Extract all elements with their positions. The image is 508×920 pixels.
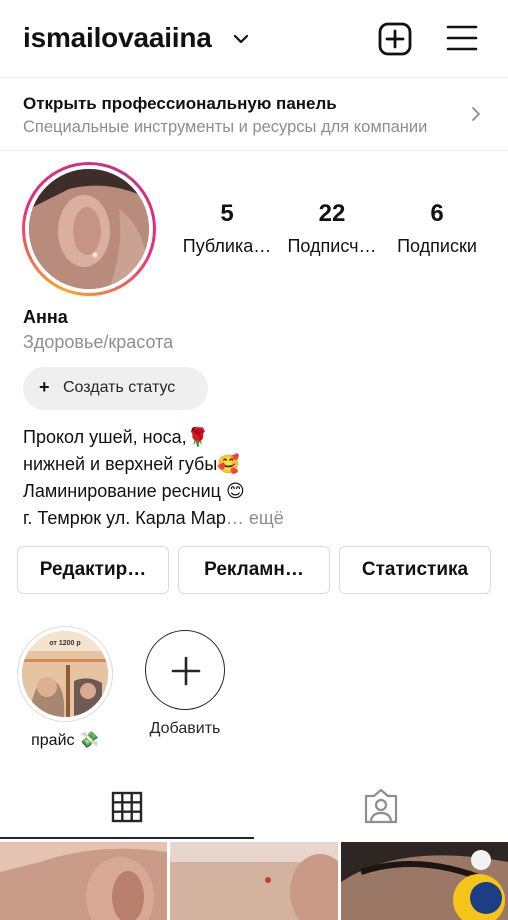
plus-icon: +	[39, 377, 50, 397]
profile-bio: Прокол ушей, носа,🌹 нижней и верхней губ…	[23, 424, 493, 532]
following-count: 6	[430, 200, 444, 227]
tab-tagged[interactable]	[254, 776, 508, 838]
stat-posts[interactable]: 5 Публика…	[177, 200, 277, 257]
profile-category: Здоровье/красота	[23, 332, 174, 352]
post-thumbnail[interactable]	[170, 842, 338, 920]
create-status-label: Создать статус	[63, 379, 176, 396]
bio-line: Прокол ушей, носа,🌹	[23, 427, 210, 447]
ad-tools-button[interactable]: Рекламн…	[178, 546, 330, 594]
bio-line-text: г. Темрюк ул. Карла Мар	[23, 508, 226, 528]
highlight-thumb-text: от 1200 р	[49, 640, 80, 647]
plus-square-icon[interactable]	[378, 22, 412, 56]
stat-followers[interactable]: 22 Подписч…	[282, 200, 382, 257]
professional-dashboard-banner[interactable]: Открыть профессиональную панель Специаль…	[0, 78, 508, 150]
chevron-right-icon	[472, 107, 480, 121]
active-tab-indicator	[0, 837, 254, 839]
highlight-price[interactable]: от 1200 р	[17, 626, 113, 722]
username[interactable]: ismailovaaiina	[23, 22, 212, 54]
hamburger-menu-icon[interactable]	[446, 24, 478, 52]
avatar[interactable]	[29, 169, 149, 289]
pro-panel-title: Открыть профессиональную панель	[23, 94, 337, 113]
posts-label: Публика…	[182, 236, 272, 256]
tagged-person-icon	[364, 788, 398, 824]
bio-line: нижней и верхней губы🥰	[23, 454, 240, 474]
bio-line: Ламинирование ресниц 😊	[23, 481, 245, 501]
tab-grid[interactable]	[0, 776, 254, 838]
profile-header: ismailovaaiina	[0, 0, 508, 78]
following-label: Подписки	[397, 236, 477, 256]
post-thumbnail[interactable]	[0, 842, 167, 920]
avatar-story-ring[interactable]	[22, 162, 156, 296]
insights-button[interactable]: Статистика	[339, 546, 491, 594]
create-status-button[interactable]: + Создать статус	[23, 367, 208, 410]
post-image	[170, 842, 338, 920]
bio-line-last: г. Темрюк ул. Карла Мар… ещё	[23, 505, 493, 532]
followers-count: 22	[318, 200, 346, 227]
add-highlight-button[interactable]	[145, 630, 225, 710]
avatar-photo	[29, 169, 149, 289]
highlight-cover: от 1200 р	[22, 631, 108, 717]
chevron-down-icon[interactable]	[232, 32, 250, 46]
profile-name: Анна	[23, 307, 68, 327]
add-highlight-label: Добавить	[149, 720, 221, 737]
followers-label: Подписч…	[287, 236, 377, 256]
grid-icon	[111, 791, 143, 823]
plus-icon	[171, 656, 201, 686]
post-image	[0, 842, 167, 920]
pro-panel-subtitle: Специальные инструменты и ресурсы для ко…	[23, 118, 428, 136]
edit-profile-button[interactable]: Редактир…	[17, 546, 169, 594]
divider	[0, 150, 508, 151]
post-image	[341, 842, 508, 920]
bio-more-link[interactable]: … ещё	[226, 508, 284, 528]
highlight-price-label: прайс 💸	[31, 732, 99, 749]
highlight-cover-image: от 1200 р	[22, 631, 108, 717]
post-thumbnail[interactable]	[341, 842, 508, 920]
posts-count: 5	[220, 200, 234, 227]
stat-following[interactable]: 6 Подписки	[387, 200, 487, 257]
